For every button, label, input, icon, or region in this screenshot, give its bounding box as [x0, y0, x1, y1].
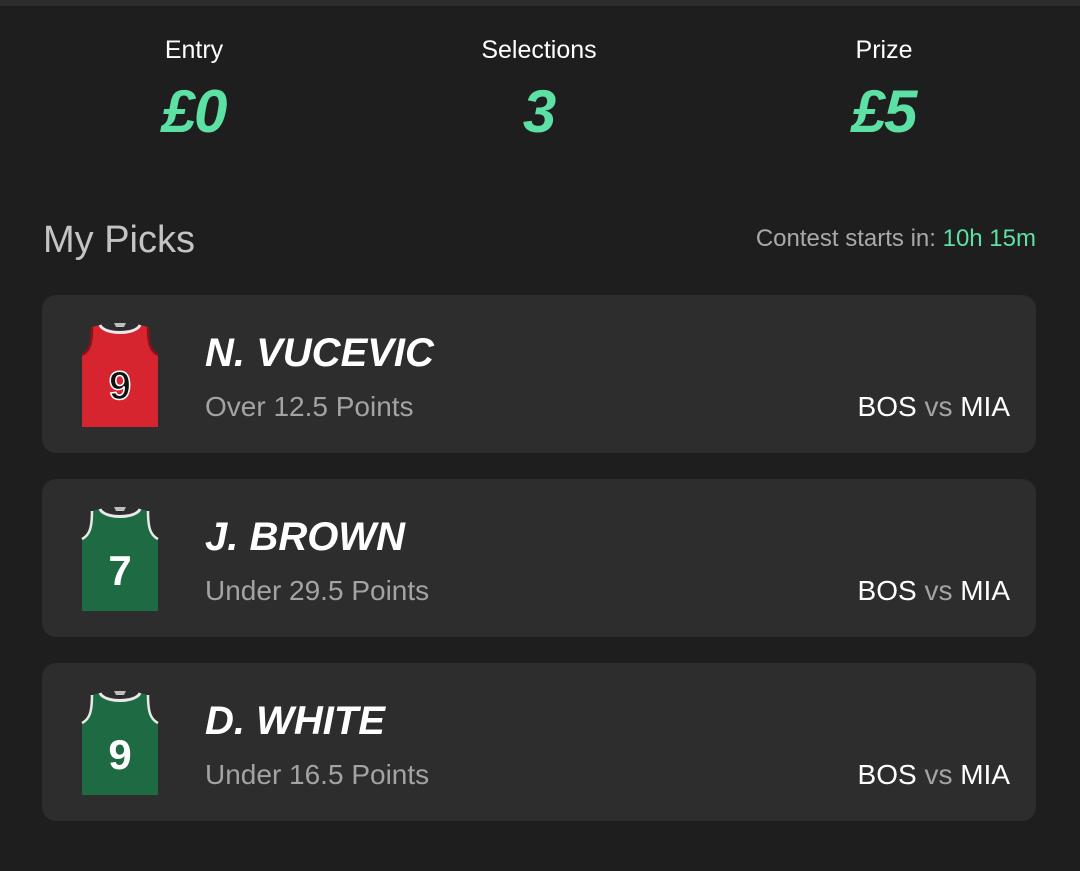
- green-jersey-icon: 9: [81, 691, 159, 795]
- vs-label: vs: [924, 759, 953, 790]
- selections-stat: Selections 3: [389, 30, 689, 148]
- jersey-number: 7: [108, 547, 131, 594]
- vs-label: vs: [924, 575, 953, 606]
- pick-card[interactable]: 9 N. VUCEVIC Over 12.5 Points BOS vs MIA: [42, 295, 1036, 453]
- my-picks-header: My Picks Contest starts in: 10h 15m: [43, 212, 1036, 268]
- home-team: BOS: [857, 575, 917, 606]
- vs-label: vs: [924, 391, 953, 422]
- matchup: BOS vs MIA: [858, 387, 1010, 427]
- pick-card[interactable]: 7 J. BROWN Under 29.5 Points BOS vs MIA: [42, 479, 1036, 637]
- player-name: N. VUCEVIC: [205, 331, 434, 375]
- jersey-number: 9: [109, 364, 131, 408]
- red-jersey-icon: 9: [81, 323, 159, 427]
- matchup: BOS vs MIA: [858, 755, 1010, 795]
- pick-line: Under 16.5 Points: [205, 759, 430, 790]
- prize-label: Prize: [855, 36, 913, 64]
- pick-line: Over 12.5 Points: [205, 391, 414, 422]
- countdown-label: Contest starts in:: [755, 225, 936, 252]
- home-team: BOS: [857, 391, 917, 422]
- top-divider: [0, 0, 1080, 6]
- entry-value: £0: [161, 78, 228, 145]
- contest-stats: Entry £0 Selections 3 Prize £5: [0, 30, 1080, 160]
- away-team: MIA: [960, 391, 1010, 422]
- pick-card[interactable]: 9 D. WHITE Under 16.5 Points BOS vs MIA: [42, 663, 1036, 821]
- away-team: MIA: [960, 759, 1010, 790]
- pick-line: Under 29.5 Points: [205, 575, 430, 606]
- selections-value: 3: [522, 78, 556, 145]
- contest-countdown: Contest starts in: 10h 15m: [756, 212, 1036, 266]
- section-title: My Picks: [43, 219, 195, 261]
- prize-stat: Prize £5: [734, 30, 1034, 148]
- countdown-value: 10h 15m: [942, 225, 1036, 252]
- player-name: D. WHITE: [205, 699, 385, 743]
- green-jersey-icon: 7: [81, 507, 159, 611]
- selections-label: Selections: [481, 36, 597, 64]
- prize-value: £5: [851, 78, 918, 145]
- jersey-number: 9: [108, 731, 131, 778]
- entry-stat: Entry £0: [44, 30, 344, 148]
- home-team: BOS: [857, 759, 917, 790]
- player-name: J. BROWN: [205, 515, 405, 559]
- matchup: BOS vs MIA: [858, 571, 1010, 611]
- entry-label: Entry: [164, 36, 224, 64]
- away-team: MIA: [960, 575, 1010, 606]
